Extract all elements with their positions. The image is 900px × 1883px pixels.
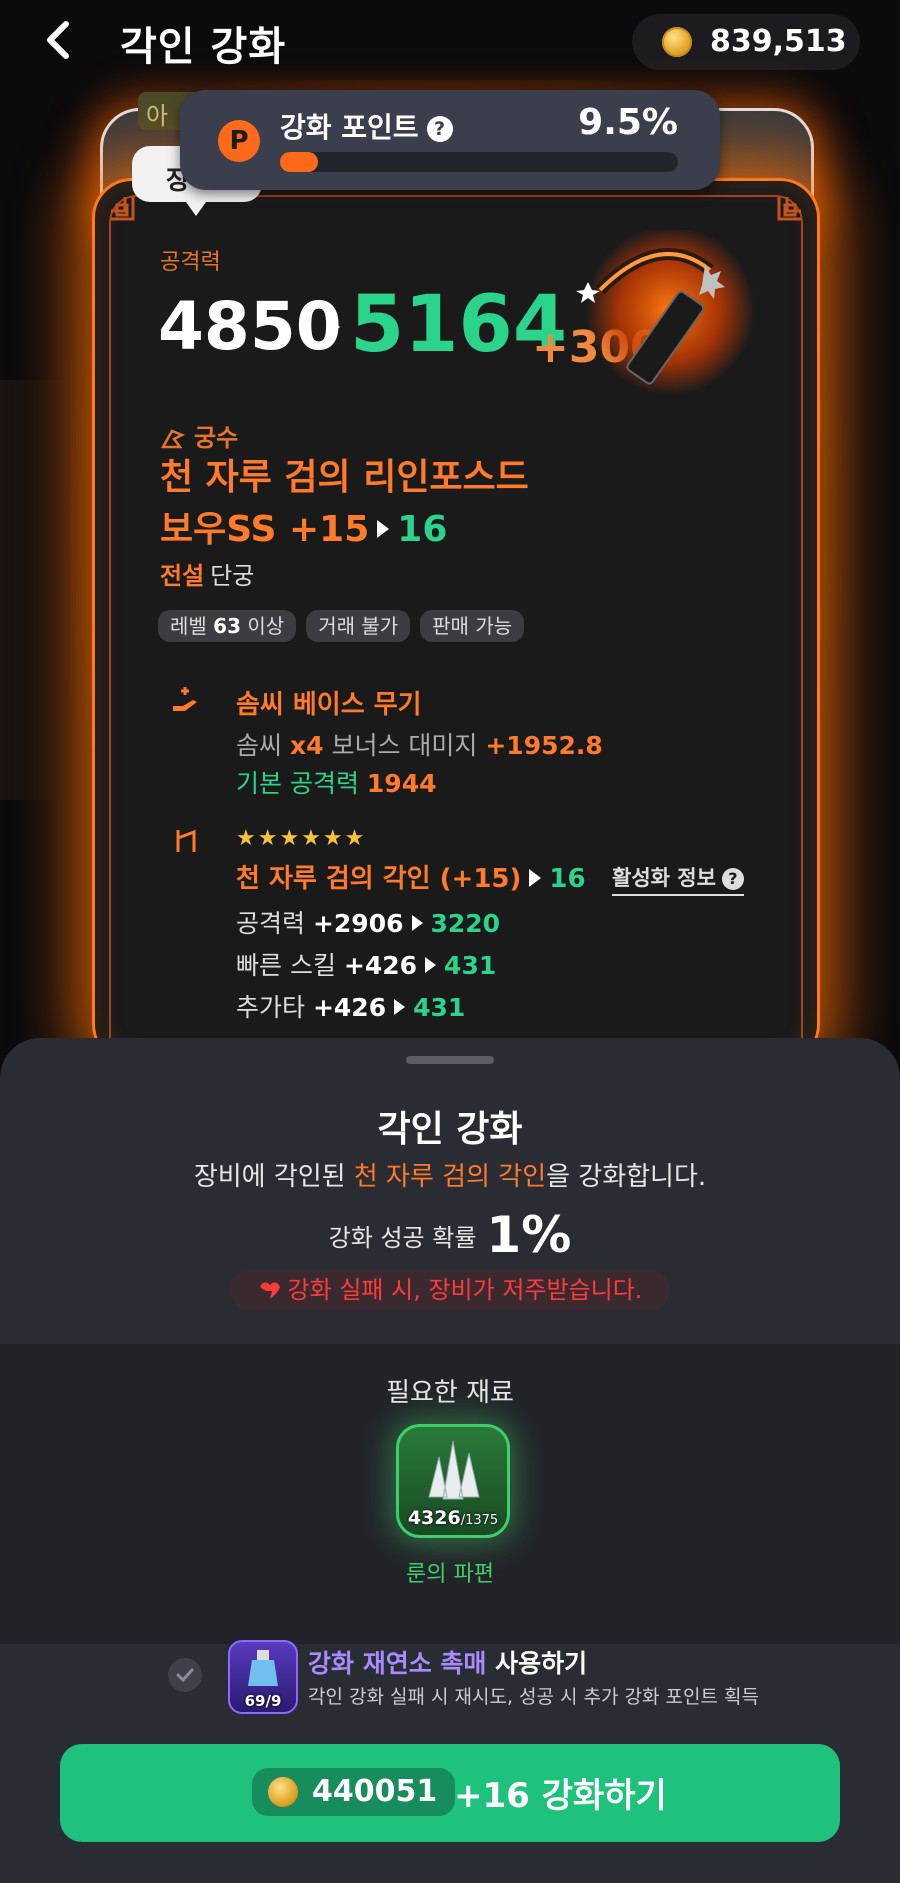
- bow-weapon-icon: [576, 230, 755, 395]
- activation-info-link[interactable]: 활성화 정보?: [612, 862, 744, 896]
- weapon-name: 천 자루 검의 리인포스드 보우SS +15 16: [160, 452, 720, 556]
- materials-panel: 필요한 재료 4326/1375 룬의 파편: [0, 1344, 900, 1644]
- weapon-name-line2: 보우SS +15 16: [160, 509, 448, 550]
- points-icon: P: [218, 120, 260, 162]
- background-shade: [0, 380, 70, 800]
- trade-chip: 거래 불가: [306, 610, 411, 642]
- potion-bottle-icon: [248, 1650, 278, 1686]
- engrave-stat-row: 빠른 스킬 +426 431: [236, 951, 497, 980]
- material-count: 4326/1375: [407, 1507, 499, 1529]
- arrow-right-icon: [377, 520, 390, 538]
- engrave-title: 천 자루 검의 각인 (+15) 16: [236, 864, 586, 894]
- points-value: 9.5%: [578, 102, 678, 143]
- arrow-right-icon: [529, 868, 542, 887]
- engrave-stat-row: 공격력 +2906 3220: [236, 909, 501, 938]
- engrave-rune-icon: [176, 829, 196, 852]
- success-rate: 강화 성공 확률 1%: [328, 1206, 572, 1264]
- arrow-right-icon: [411, 915, 423, 931]
- enhance-cost: 440051: [252, 1768, 456, 1816]
- coin-amount: 839,513: [710, 24, 847, 59]
- catalyst-item[interactable]: 69/9: [228, 1640, 298, 1714]
- arrow-right-icon: [328, 318, 340, 336]
- enhance-points-panel: P 강화 포인트? 9.5%: [180, 90, 720, 190]
- hand-sparkle-icon: [173, 687, 197, 711]
- sell-chip: 판매 가능: [420, 610, 525, 642]
- level-chip: 레벨 63 이상: [158, 610, 297, 642]
- material-name: 룬의 파편: [406, 1562, 494, 1587]
- attack-old-value: 4850: [158, 288, 342, 365]
- enhance-button-label: +16 강화하기: [454, 1776, 667, 1816]
- archer-class-icon: [160, 429, 186, 449]
- attack-label: 공격력: [160, 250, 221, 275]
- class-label: 궁수: [160, 418, 238, 453]
- help-icon: ?: [721, 868, 744, 890]
- corner-knot-icon: [777, 197, 801, 221]
- back-arrow-icon[interactable]: [38, 18, 82, 62]
- curse-icon: [259, 1282, 280, 1299]
- catalyst-count: 69/9: [244, 1692, 282, 1710]
- weapon-grade: 전설 단궁: [160, 562, 255, 590]
- base-attack: 기본 공격력 1944: [236, 769, 437, 798]
- base-weapon-bonus: 솜씨 x4 보너스 대미지 +1952.8: [236, 731, 603, 760]
- page-title: 각인 강화: [120, 24, 287, 70]
- arrow-right-icon: [394, 999, 406, 1015]
- coin-icon: [662, 27, 692, 57]
- coin-icon: [268, 1777, 298, 1807]
- sheet-description: 장비에 각인된 천 자루 검의 각인을 강화합니다.: [193, 1162, 707, 1192]
- enhance-button[interactable]: 440051 +16 강화하기: [60, 1744, 840, 1842]
- arrow-right-icon: [425, 957, 437, 973]
- points-progress-bar: [280, 152, 678, 172]
- points-label: 강화 포인트?: [280, 106, 453, 146]
- catalyst-checkbox[interactable]: [168, 1658, 202, 1692]
- failure-warning: 강화 실패 시, 장비가 저주받습니다.: [230, 1270, 670, 1310]
- sheet-title: 각인 강화: [377, 1109, 523, 1150]
- catalyst-title: 강화 재연소 촉매 사용하기: [308, 1649, 588, 1678]
- base-weapon-title: 솜씨 베이스 무기: [236, 690, 422, 720]
- sheet-drag-handle[interactable]: [406, 1056, 494, 1064]
- help-icon[interactable]: ?: [426, 116, 453, 142]
- weapon-tags: 레벨 63 이상 거래 불가 판매 가능: [158, 610, 525, 644]
- rune-fragment-item[interactable]: 4326/1375: [396, 1424, 510, 1538]
- points-progress-fill: [280, 152, 318, 172]
- catalyst-description: 각인 강화 실패 시 재시도, 성공 시 추가 강화 포인트 획득: [308, 1686, 759, 1708]
- materials-title: 필요한 재료: [386, 1378, 514, 1408]
- coin-balance: 839,513: [632, 14, 860, 70]
- weapon-name-line1: 천 자루 검의 리인포스드: [160, 457, 529, 498]
- engrave-stat-row: 추가타 +426 431: [236, 993, 466, 1022]
- engrave-stars: ★★★★★★: [236, 826, 367, 851]
- crystal-shard-icon: [428, 1440, 480, 1500]
